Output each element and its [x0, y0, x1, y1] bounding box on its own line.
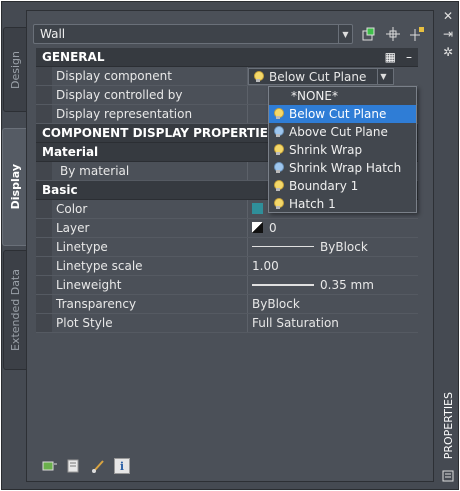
bulb-icon	[273, 144, 284, 156]
property-row: Linetype scale 1.00	[36, 257, 418, 276]
dropdown-item-label: Above Cut Plane	[289, 125, 388, 139]
brush-icon[interactable]	[90, 458, 106, 474]
bottom-toolbar: i	[42, 458, 130, 474]
collapse-icon[interactable]: –	[406, 50, 412, 64]
category-general-title: GENERAL	[42, 50, 105, 64]
dropdown-item[interactable]: Hatch 1	[269, 195, 416, 213]
auto-hide-icon[interactable]: ⇥	[440, 26, 456, 42]
property-row: Display component Below Cut Plane ▼	[36, 67, 418, 86]
display-component-select[interactable]: Below Cut Plane ▼	[248, 68, 394, 85]
property-row: Lineweight 0.35 mm	[36, 276, 418, 295]
property-value[interactable]: ByBlock	[248, 295, 418, 313]
tab-extended-data-label: Extended Data	[8, 268, 22, 351]
content-panel: Wall ▼ GENERAL ▦ – Display component Bel…	[26, 10, 434, 482]
property-row: Layer 0	[36, 219, 418, 238]
tab-design-label: Design	[8, 50, 22, 89]
palette-title-text: PROPERTIES	[441, 392, 455, 460]
property-label: Linetype scale	[52, 257, 248, 275]
tab-display[interactable]: Display	[2, 128, 27, 246]
property-row: Plot Style Full Saturation	[36, 314, 418, 333]
palette-title: PROPERTIES	[438, 390, 458, 462]
object-type-value: Wall	[40, 27, 66, 41]
property-row: Linetype ByBlock	[36, 238, 418, 257]
dropdown-item[interactable]: Above Cut Plane	[269, 123, 416, 141]
tab-extended-data[interactable]: Extended Data	[3, 250, 26, 370]
select-similar-icon[interactable]	[42, 458, 58, 474]
property-label: Layer	[52, 219, 248, 237]
layer-text: 0	[269, 221, 277, 235]
property-label: By material	[52, 162, 248, 180]
dropdown-item-label: Boundary 1	[289, 179, 359, 193]
property-value[interactable]: Full Saturation	[248, 314, 418, 332]
display-component-dropdown: *NONE* Below Cut Plane Above Cut Plane S…	[268, 86, 417, 213]
palette-menu-icon[interactable]	[440, 468, 456, 484]
dropdown-item[interactable]: Shrink Wrap	[269, 141, 416, 159]
category-basic-title: Basic	[42, 183, 78, 197]
bulb-icon	[273, 198, 284, 210]
quick-select-icon[interactable]	[359, 24, 379, 44]
info-icon[interactable]: i	[114, 458, 130, 474]
close-icon[interactable]: ✕	[440, 8, 456, 24]
lineweight-text: 0.35 mm	[320, 278, 374, 292]
dropdown-item[interactable]: Shrink Wrap Hatch	[269, 159, 416, 177]
layer-swatch-icon	[252, 222, 263, 233]
property-row: Transparency ByBlock	[36, 295, 418, 314]
layer-value[interactable]: 0	[248, 219, 418, 237]
linetype-value[interactable]: ByBlock	[248, 238, 418, 256]
property-label: Display component	[52, 67, 248, 85]
property-label: Plot Style	[52, 314, 248, 332]
edit-style-icon[interactable]	[66, 458, 82, 474]
property-label: Display controlled by	[52, 86, 248, 104]
dropdown-item-label: Shrink Wrap	[289, 143, 363, 157]
dropdown-item-selected[interactable]: Below Cut Plane	[269, 105, 416, 123]
dropdown-item-label: Shrink Wrap Hatch	[289, 161, 402, 175]
property-label: Lineweight	[52, 276, 248, 294]
chevron-down-icon[interactable]: ▼	[377, 69, 389, 84]
gear-icon[interactable]: ✲	[440, 44, 456, 60]
category-component-display-title: COMPONENT DISPLAY PROPERTIES	[42, 126, 277, 140]
dropdown-item-label: *NONE*	[291, 89, 338, 103]
color-swatch-icon	[252, 203, 263, 214]
display-component-selected: Below Cut Plane	[269, 69, 367, 84]
bulb-icon	[253, 70, 264, 83]
properties-palette: Design Display Extended Data Wall ▼ GENE…	[1, 1, 459, 490]
select-objects-icon[interactable]	[383, 24, 403, 44]
lineweight-value[interactable]: 0.35 mm	[248, 276, 418, 294]
property-label: Color	[52, 200, 248, 218]
bulb-icon	[273, 180, 284, 192]
dropdown-item-label: Below Cut Plane	[289, 107, 387, 121]
property-label: Transparency	[52, 295, 248, 313]
tab-design[interactable]: Design	[3, 27, 26, 112]
property-label: Display representation	[52, 105, 248, 123]
object-type-select[interactable]: Wall ▼	[33, 24, 353, 44]
dropdown-item-label: Hatch 1	[289, 197, 336, 211]
lineweight-sample	[252, 284, 314, 286]
bulb-icon	[273, 108, 284, 120]
category-general[interactable]: GENERAL ▦ –	[36, 48, 418, 67]
chevron-down-icon[interactable]: ▼	[338, 25, 352, 43]
dropdown-item[interactable]: Boundary 1	[269, 177, 416, 195]
table-icon[interactable]: ▦	[385, 50, 396, 64]
property-value[interactable]: 1.00	[248, 257, 418, 275]
bulb-blue-icon	[273, 162, 284, 174]
tab-display-label: Display	[8, 164, 22, 210]
bulb-blue-icon	[273, 126, 284, 138]
property-label: Linetype	[52, 238, 248, 256]
linetype-sample	[252, 246, 314, 247]
linetype-text: ByBlock	[320, 240, 368, 254]
dropdown-item[interactable]: *NONE*	[269, 87, 416, 105]
display-component-value[interactable]: Below Cut Plane ▼	[248, 67, 418, 85]
category-material-title: Material	[42, 145, 99, 159]
toggle-pickadd-icon[interactable]	[407, 24, 427, 44]
